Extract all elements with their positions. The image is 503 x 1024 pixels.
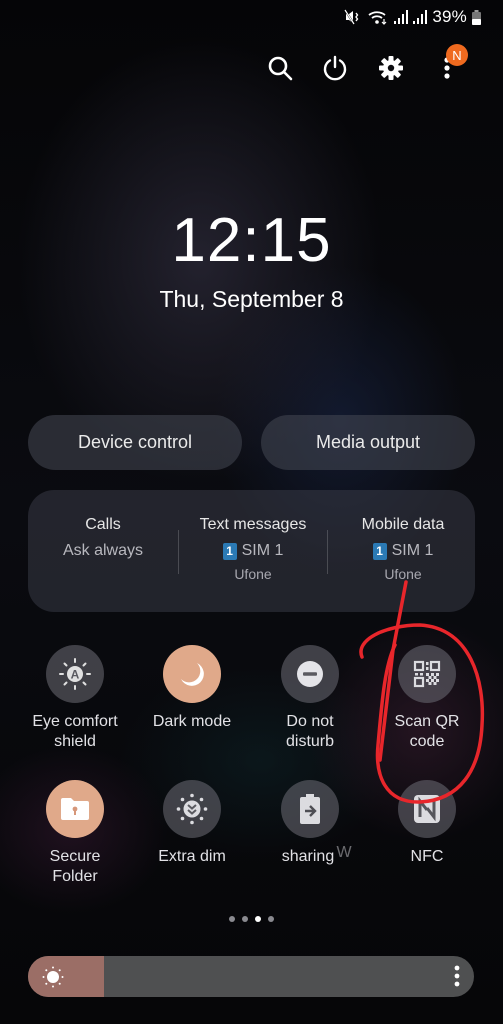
nfc-icon	[414, 795, 440, 823]
qr-code-icon	[413, 660, 441, 688]
secure-folder-icon	[61, 798, 89, 820]
notification-badge: N	[446, 44, 468, 66]
search-icon	[268, 56, 293, 81]
sun-icon	[42, 966, 64, 988]
clock-date[interactable]: Thu, September 8	[0, 286, 503, 313]
quick-panel-toolbar	[0, 50, 503, 86]
page-dot-active[interactable]	[255, 916, 261, 922]
search-button[interactable]	[262, 50, 298, 86]
tile-power-share-toggle[interactable]	[281, 780, 339, 838]
divider	[327, 530, 328, 574]
signal-sim1-icon	[394, 10, 409, 24]
tile-dnd-toggle[interactable]	[281, 645, 339, 703]
sim-data-value-text: SIM 1	[391, 542, 434, 559]
brightness-slider[interactable]	[28, 956, 474, 997]
sim-calls[interactable]: Calls Ask always	[33, 516, 173, 560]
sim-text-value-text: SIM 1	[241, 542, 284, 559]
status-bar: 39%	[344, 6, 481, 28]
tile-secure-folder[interactable]: Secure Folder	[16, 780, 134, 887]
tile-scan-qr-code[interactable]: Scan QR code	[368, 645, 486, 752]
wifi-icon	[368, 11, 387, 25]
divider	[178, 530, 179, 574]
device-control-button[interactable]: Device control	[28, 415, 242, 470]
sim-data-title: Mobile data	[361, 516, 445, 533]
sim-text-messages[interactable]: Text messages 1 SIM 1 Ufone	[183, 516, 323, 582]
sim-text-value: 1 SIM 1	[183, 542, 323, 560]
sim-badge-icon: 1	[372, 542, 387, 560]
page-dot[interactable]	[229, 916, 235, 922]
tile-label: NFC	[410, 848, 444, 865]
sim-text-title: Text messages	[199, 516, 307, 533]
page-indicator	[0, 916, 503, 922]
gear-icon	[379, 56, 403, 80]
tile-label: Extra dim	[158, 848, 226, 865]
tile-scan-qr-toggle[interactable]	[398, 645, 456, 703]
tile-label: Dark mode	[152, 713, 232, 730]
sim-mobile-data[interactable]: Mobile data 1 SIM 1 Ufone	[333, 516, 473, 582]
tile-label: Scan QR code	[394, 713, 460, 750]
extra-dim-icon	[176, 793, 208, 825]
tile-label: Eye comfort shield	[32, 713, 118, 750]
signal-sim2-icon	[413, 10, 428, 24]
tile-eye-comfort-toggle[interactable]: A	[46, 645, 104, 703]
tile-nfc[interactable]: NFC	[368, 780, 486, 867]
sim-data-carrier: Ufone	[384, 566, 422, 582]
settings-button[interactable]	[373, 50, 409, 86]
tile-label: Do not disturb	[285, 713, 335, 750]
page-dot[interactable]	[268, 916, 274, 922]
battery-percent: 39%	[432, 7, 467, 26]
sim-calls-value: Ask always	[33, 542, 173, 560]
sim-manager-card[interactable]: Calls Ask always Text messages 1 SIM 1 U…	[28, 490, 475, 612]
sim-text-carrier: Ufone	[234, 566, 272, 582]
page-dot[interactable]	[242, 916, 248, 922]
brightness-fill	[28, 956, 104, 997]
battery-icon	[472, 9, 481, 25]
sim-calls-title: Calls	[85, 516, 121, 533]
tile-nfc-toggle[interactable]	[398, 780, 456, 838]
sim-data-value: 1 SIM 1	[333, 542, 473, 560]
media-output-button[interactable]: Media output	[261, 415, 475, 470]
svg-text:A: A	[71, 668, 80, 682]
power-button[interactable]	[317, 50, 353, 86]
brightness-more-icon[interactable]	[454, 965, 460, 987]
do-not-disturb-icon	[297, 661, 323, 687]
tile-secure-folder-toggle[interactable]	[46, 780, 104, 838]
tile-dark-mode[interactable]: Dark mode	[133, 645, 251, 732]
tile-dark-mode-toggle[interactable]	[163, 645, 221, 703]
tile-label: Secure Folder	[49, 848, 101, 885]
power-icon	[323, 55, 347, 81]
sim-badge-icon: 1	[222, 542, 237, 560]
moon-icon	[181, 663, 204, 686]
sim-calls-value-text: Ask always	[62, 542, 144, 559]
clock-time[interactable]: 12:15	[0, 205, 503, 276]
tile-extra-dim[interactable]: Extra dim	[133, 780, 251, 867]
tile-eye-comfort-shield[interactable]: A Eye comfort shield	[16, 645, 134, 752]
tile-extra-dim-toggle[interactable]	[163, 780, 221, 838]
eye-comfort-icon: A	[59, 658, 91, 690]
tile-do-not-disturb[interactable]: Do not disturb	[251, 645, 369, 752]
mute-vibrate-icon	[344, 9, 359, 25]
power-share-icon	[300, 794, 320, 824]
